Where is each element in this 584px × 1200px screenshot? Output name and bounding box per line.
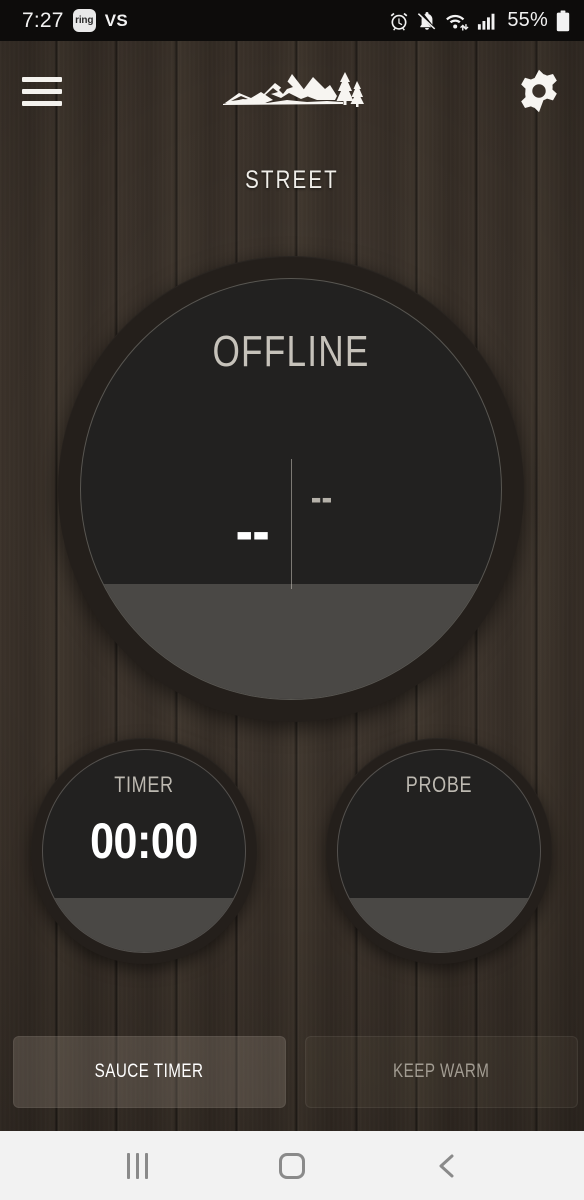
- recents-icon-bar: [135, 1152, 139, 1179]
- nav-back-button[interactable]: [412, 1142, 482, 1190]
- mute-icon: [417, 11, 437, 31]
- signal-icon: [477, 11, 497, 31]
- back-chevron-icon: [434, 1151, 460, 1181]
- timer-dial[interactable]: TIMER 00:00: [31, 738, 257, 964]
- keep-warm-button[interactable]: KEEP WARM: [305, 1036, 578, 1108]
- battery-percent: 55%: [507, 9, 548, 31]
- status-time: 7:27: [22, 9, 64, 32]
- alarm-icon: [389, 11, 409, 31]
- probe-dial-fill: [338, 898, 540, 952]
- main-dial-face: OFFLINE -- --: [80, 278, 502, 700]
- carrier-label: VS: [104, 10, 129, 30]
- recents-icon: [126, 1152, 148, 1179]
- main-dial-fill: [81, 584, 501, 699]
- probe-dial-face: PROBE: [337, 749, 541, 953]
- system-navigation-bar: [0, 1131, 584, 1200]
- keep-warm-button-label: KEEP WARM: [393, 1061, 490, 1082]
- probe-label: PROBE: [405, 772, 473, 797]
- status-bar-right: 55%: [389, 9, 570, 32]
- sauce-timer-button[interactable]: SAUCE TIMER: [13, 1036, 286, 1108]
- timer-dial-fill: [43, 898, 245, 952]
- home-icon: [278, 1152, 305, 1179]
- recents-icon-bar: [144, 1152, 148, 1179]
- nav-recents-button[interactable]: [102, 1142, 172, 1190]
- grill-name-title: STREET: [245, 166, 339, 194]
- status-bar: 7:27 ring VS 55%: [0, 0, 584, 41]
- current-temperature: --: [234, 497, 269, 566]
- nav-home-button[interactable]: [257, 1142, 327, 1190]
- timer-value: 00:00: [90, 813, 198, 869]
- sauce-timer-button-label: SAUCE TIMER: [95, 1061, 204, 1082]
- settings-gear-icon[interactable]: [516, 68, 562, 114]
- menu-icon-bar: [22, 76, 62, 82]
- wifi-icon: [445, 11, 469, 31]
- recents-icon-bar: [126, 1152, 130, 1179]
- action-button-row: SAUCE TIMER KEEP WARM: [0, 1033, 584, 1111]
- target-temperature: --: [310, 477, 332, 519]
- probe-dial[interactable]: PROBE: [326, 738, 552, 964]
- mountain-pines-logo-icon: [217, 63, 367, 119]
- app-header: [0, 41, 584, 141]
- timer-label: TIMER: [114, 772, 174, 797]
- main-temperature-dial[interactable]: OFFLINE -- --: [58, 256, 524, 722]
- status-bar-left: 7:27 ring VS: [22, 9, 128, 32]
- battery-icon: [556, 10, 570, 32]
- app-screen: 7:27 ring VS 55% STREET OFFLINE -- -- TI…: [0, 0, 584, 1200]
- timer-dial-face: TIMER 00:00: [42, 749, 246, 953]
- menu-icon-bar: [22, 88, 62, 94]
- ring-app-icon: ring: [72, 9, 96, 32]
- grill-status-text: OFFLINE: [212, 327, 370, 376]
- temperature-readout: -- --: [81, 459, 501, 599]
- menu-icon[interactable]: [22, 71, 68, 111]
- menu-icon-bar: [22, 100, 62, 106]
